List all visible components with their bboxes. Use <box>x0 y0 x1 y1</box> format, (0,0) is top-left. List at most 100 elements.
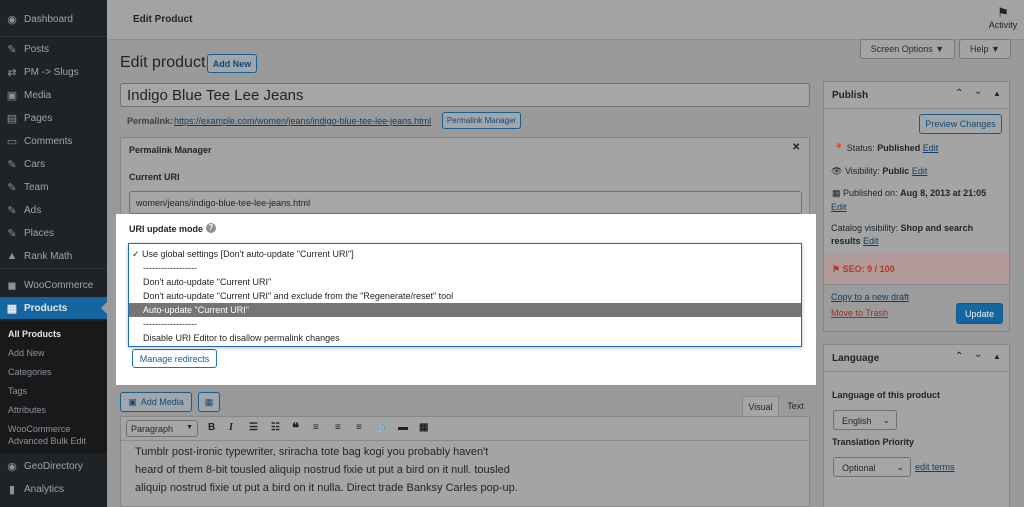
pin-icon: ✎ <box>7 43 17 56</box>
option-global-settings[interactable]: ✓ Use global settings [Don't auto-update… <box>129 247 801 261</box>
option-auto-update[interactable]: Auto-update "Current URI" <box>129 303 801 317</box>
option-separator: ------------------ <box>143 319 197 329</box>
menu-pm-slugs[interactable]: ⇄ PM -> Slugs <box>0 61 107 83</box>
option-disable-uri-editor[interactable]: Disable URI Editor to disallow permalink… <box>129 331 801 345</box>
calendar-icon: ▦ <box>832 188 844 198</box>
catalog-row: Catalog visibility: Shop and search <box>831 223 973 233</box>
add-media-button[interactable]: ▣ Add Media <box>120 392 192 412</box>
uri-update-mode-select[interactable]: ✓ Use global settings [Don't auto-update… <box>128 243 802 347</box>
top-bar: Edit Product ⚑ Activity <box>107 0 1024 40</box>
chevron-down-icon: ⌄ <box>896 462 904 472</box>
option-separator: ------------------ <box>143 263 197 273</box>
menu-products[interactable]: ▦ Products <box>0 297 107 319</box>
publish-title: Publish <box>832 90 869 101</box>
seo-score-value: SEO: 9 / 100 <box>842 264 895 274</box>
menu-ads[interactable]: ✎ Ads <box>0 199 107 221</box>
help-icon[interactable]: ? <box>206 223 216 233</box>
pin-icon: ✎ <box>7 181 17 194</box>
seo-score: ⚑ SEO: 9 / 100 <box>832 264 895 275</box>
screen-options-button[interactable]: Screen Options ▼ <box>860 39 955 59</box>
menu-analytics[interactable]: ▮ Analytics <box>0 478 107 500</box>
menu-cars[interactable]: ✎ Cars <box>0 153 107 175</box>
menu-dashboard[interactable]: ◉ Dashboard <box>0 8 107 30</box>
pin-icon: ✎ <box>7 227 17 240</box>
submenu-add-new[interactable]: Add New <box>8 348 45 358</box>
submenu-attributes[interactable]: Attributes <box>8 405 46 415</box>
tab-visual[interactable]: Visual <box>742 396 779 416</box>
submenu-all-products[interactable]: All Products <box>8 329 61 339</box>
menu-label: Products <box>24 302 68 314</box>
menu-label: Posts <box>24 43 50 55</box>
language-select[interactable]: English ⌄ <box>833 410 897 430</box>
rankmath-icon: ▲ <box>6 250 18 262</box>
editor-toolbar <box>121 417 809 441</box>
bulleted-list-icon[interactable]: ☰ <box>249 422 258 433</box>
move-down-icon[interactable]: ⌄ <box>974 349 982 360</box>
close-icon[interactable]: ✕ <box>792 142 800 153</box>
language-label: Language of this product <box>832 390 940 400</box>
align-right-icon[interactable]: ≡ <box>356 422 362 433</box>
page-title: Edit product <box>120 54 206 71</box>
format-select[interactable]: Paragraph ▼ <box>126 420 198 437</box>
manage-redirects-button[interactable]: Manage redirects <box>132 349 217 368</box>
menu-label: GeoDirectory <box>24 460 83 472</box>
menu-rank-math[interactable]: ▲ Rank Math <box>0 245 107 267</box>
option-dont-auto-update-exclude[interactable]: Don't auto-update "Current URI" and excl… <box>129 289 801 303</box>
move-to-trash-link[interactable]: Move to Trash <box>831 308 888 318</box>
menu-comments[interactable]: ▭ Comments <box>0 130 107 152</box>
toolbar-toggle-icon[interactable]: ▦ <box>419 422 428 433</box>
menu-pages[interactable]: ▤ Pages <box>0 107 107 129</box>
update-button[interactable]: Update <box>956 303 1003 324</box>
bold-icon[interactable]: B <box>208 422 215 433</box>
product-title-input[interactable]: Indigo Blue Tee Lee Jeans <box>120 83 810 107</box>
menu-posts[interactable]: ✎ Posts <box>0 38 107 60</box>
italic-icon[interactable]: I <box>229 422 233 433</box>
published-row: ▦ Published on: Aug 8, 2013 at 21:05 <box>832 188 986 199</box>
edit-visibility-link[interactable]: Edit <box>912 166 928 176</box>
edit-status-link[interactable]: Edit <box>923 143 939 153</box>
submenu-bulk-edit-line1[interactable]: WooCommerce <box>8 424 70 434</box>
edit-catalog-link[interactable]: Edit <box>863 236 879 246</box>
link-icon[interactable]: 🔗 <box>376 422 388 433</box>
format-value: Paragraph <box>131 424 174 434</box>
toggle-panel-icon[interactable]: ▲ <box>993 352 1001 361</box>
move-up-icon[interactable]: ⌃ <box>955 88 963 99</box>
submenu-tags[interactable]: Tags <box>8 386 27 396</box>
align-left-icon[interactable]: ≡ <box>313 422 319 433</box>
preview-changes-button[interactable]: Preview Changes <box>919 114 1002 134</box>
add-media-label: Add Media <box>140 397 184 407</box>
menu-label: Cars <box>24 158 46 170</box>
copy-draft-link[interactable]: Copy to a new draft <box>831 292 909 302</box>
menu-places[interactable]: ✎ Places <box>0 222 107 244</box>
align-center-icon[interactable]: ≡ <box>335 422 341 433</box>
permalink-manager-button[interactable]: Permalink Manager <box>442 112 521 129</box>
visibility-row: 👁 Visibility: Public Edit <box>831 166 927 177</box>
menu-media[interactable]: ▣ Media <box>0 84 107 106</box>
edit-published-link[interactable]: Edit <box>831 202 847 212</box>
menu-team[interactable]: ✎ Team <box>0 176 107 198</box>
toggle-panel-icon[interactable]: ▲ <box>993 89 1001 98</box>
move-up-icon[interactable]: ⌃ <box>955 351 963 362</box>
current-uri-input[interactable]: women/jeans/indigo-blue-tee-lee-jeans.ht… <box>129 191 802 214</box>
menu-geodirectory[interactable]: ◉ GeoDirectory <box>0 455 107 477</box>
translation-priority-select[interactable]: Optional ⌄ <box>833 457 911 477</box>
submenu-bulk-edit-line2[interactable]: Advanced Bulk Edit <box>8 436 86 446</box>
add-new-button[interactable]: Add New <box>207 54 257 73</box>
tab-text[interactable]: Text <box>781 396 810 416</box>
help-button[interactable]: Help ▼ <box>959 39 1011 59</box>
activity-button[interactable]: ⚑ Activity <box>986 6 1020 31</box>
read-more-icon[interactable]: ▬ <box>398 422 408 433</box>
submenu-categories[interactable]: Categories <box>8 367 52 377</box>
option-dont-auto-update[interactable]: Don't auto-update "Current URI" <box>129 275 801 289</box>
current-uri-label: Current URI <box>129 172 180 182</box>
menu-label: Places <box>24 227 55 239</box>
blockquote-icon[interactable]: ❝ <box>292 420 299 436</box>
menu-woocommerce[interactable]: ◼ WooCommerce <box>0 274 107 296</box>
grid-icon[interactable]: ▦ <box>198 392 220 412</box>
move-down-icon[interactable]: ⌄ <box>974 86 982 97</box>
visibility-label: Visibility: <box>844 166 880 176</box>
edit-terms-link[interactable]: edit terms <box>915 462 955 472</box>
permalink-url[interactable]: https://example.com/women/jeans/indigo-b… <box>174 116 431 126</box>
numbered-list-icon[interactable]: ☷ <box>271 422 280 433</box>
menu-label: Team <box>24 181 49 193</box>
